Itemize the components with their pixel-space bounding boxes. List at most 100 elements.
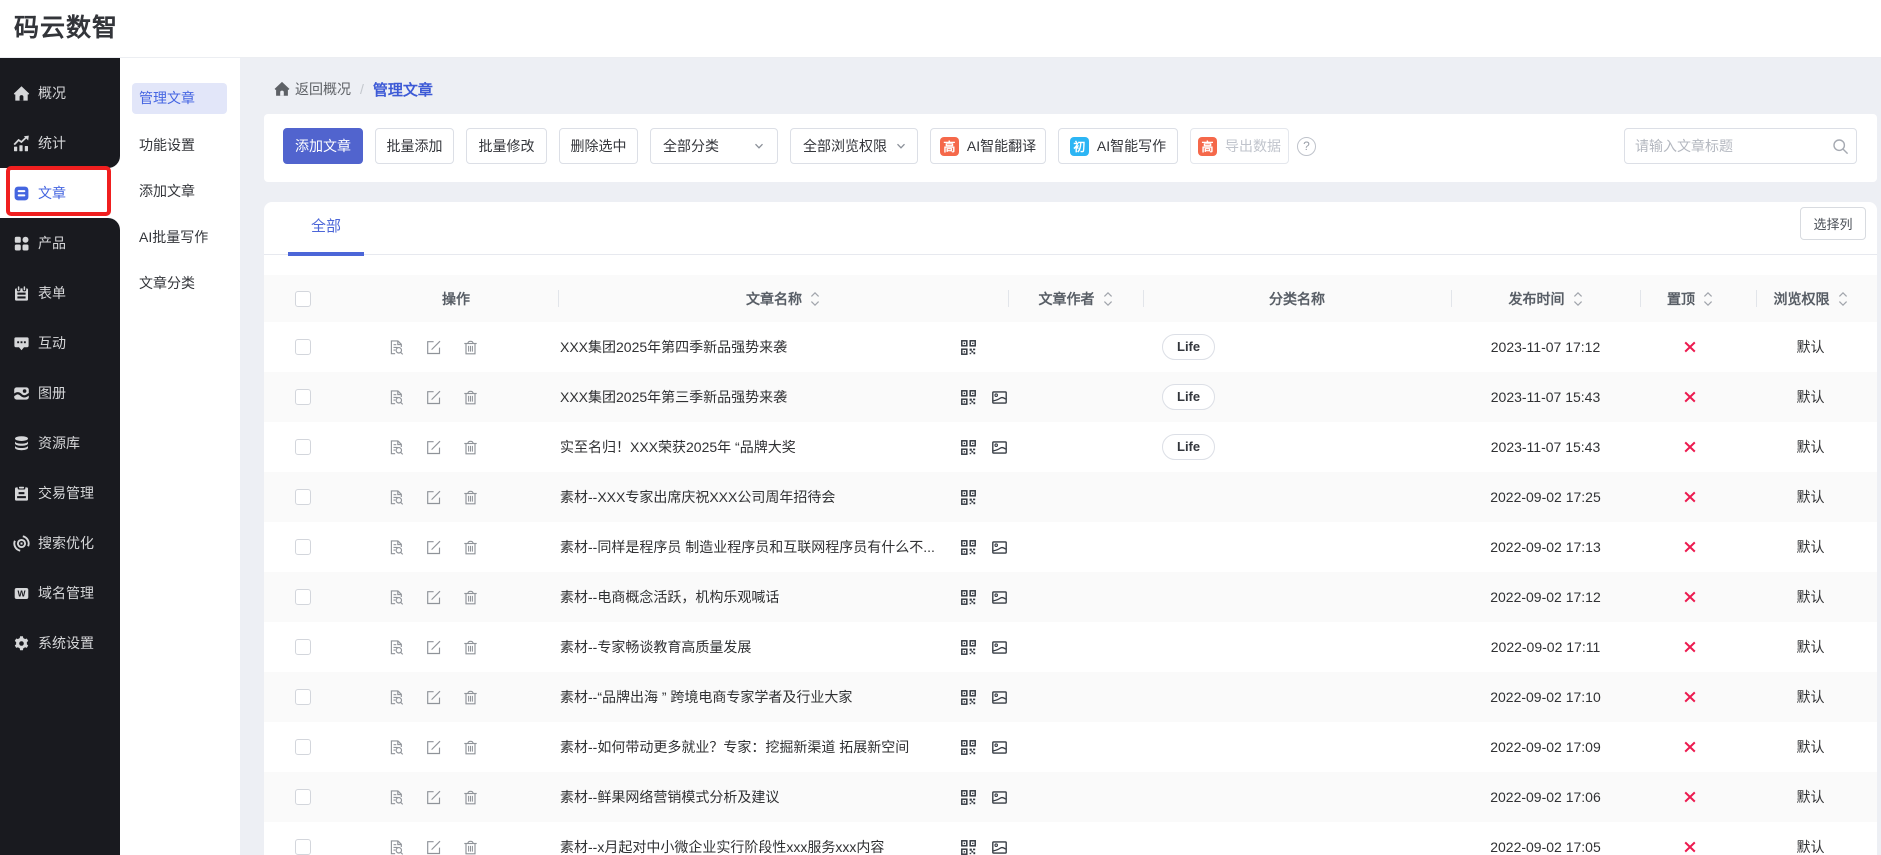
delete-icon[interactable] (462, 839, 479, 855)
image-icon[interactable] (991, 589, 1008, 606)
sort-caret-icon[interactable] (1838, 291, 1848, 307)
sidebar-item-2[interactable]: 统计 (0, 118, 120, 168)
batch-edit-button[interactable]: 批量修改 (466, 128, 547, 164)
preview-icon[interactable] (388, 639, 405, 656)
search-icon[interactable] (1832, 138, 1849, 155)
delete-icon[interactable] (462, 789, 479, 806)
qrcode-icon[interactable] (960, 489, 977, 506)
breadcrumb-back-link[interactable]: 返回概况 (295, 79, 351, 99)
image-icon[interactable] (991, 739, 1008, 756)
edit-icon[interactable] (425, 639, 442, 656)
image-icon[interactable] (991, 839, 1008, 855)
preview-icon[interactable] (388, 439, 405, 456)
edit-icon[interactable] (425, 339, 442, 356)
delete-icon[interactable] (462, 489, 479, 506)
preview-icon[interactable] (388, 839, 405, 855)
x-mark-icon[interactable] (1683, 590, 1697, 604)
preview-icon[interactable] (388, 789, 405, 806)
edit-icon[interactable] (425, 389, 442, 406)
sort-caret-icon[interactable] (1703, 291, 1713, 307)
delete-icon[interactable] (462, 739, 479, 756)
preview-icon[interactable] (388, 689, 405, 706)
help-icon[interactable]: ? (1297, 136, 1316, 156)
submenu-item-3[interactable]: 添加文章 (132, 176, 227, 207)
search-input[interactable] (1625, 138, 1832, 154)
qrcode-icon[interactable] (960, 839, 977, 855)
delete-icon[interactable] (462, 389, 479, 406)
x-mark-icon[interactable] (1683, 840, 1697, 854)
delete-icon[interactable] (462, 439, 479, 456)
submenu-item-1[interactable]: 管理文章 (132, 83, 227, 114)
edit-icon[interactable] (425, 689, 442, 706)
row-checkbox[interactable] (295, 689, 311, 705)
submenu-item-4[interactable]: AI批量写作 (132, 222, 227, 253)
image-icon[interactable] (991, 639, 1008, 656)
row-checkbox[interactable] (295, 339, 311, 355)
export-data-button[interactable]: 高 导出数据 (1190, 128, 1289, 164)
x-mark-icon[interactable] (1683, 440, 1697, 454)
x-mark-icon[interactable] (1683, 390, 1697, 404)
submenu-item-5[interactable]: 文章分类 (132, 268, 227, 299)
qrcode-icon[interactable] (960, 589, 977, 606)
qrcode-icon[interactable] (960, 389, 977, 406)
preview-icon[interactable] (388, 489, 405, 506)
row-checkbox[interactable] (295, 439, 311, 455)
x-mark-icon[interactable] (1683, 540, 1697, 554)
choose-columns-button[interactable]: 选择列 (1800, 207, 1866, 240)
delete-icon[interactable] (462, 589, 479, 606)
submenu-item-2[interactable]: 功能设置 (132, 130, 227, 161)
delete-icon[interactable] (462, 689, 479, 706)
sidebar-item-12[interactable]: 系统设置 (0, 618, 120, 668)
select-all-checkbox[interactable] (295, 290, 311, 307)
row-checkbox[interactable] (295, 839, 311, 855)
sidebar-item-5[interactable]: 表单 (0, 268, 120, 318)
sidebar-item-1[interactable]: 概况 (0, 68, 120, 118)
edit-icon[interactable] (425, 739, 442, 756)
delete-icon[interactable] (462, 639, 479, 656)
row-checkbox[interactable] (295, 589, 311, 605)
sidebar-item-7[interactable]: 图册 (0, 368, 120, 418)
x-mark-icon[interactable] (1683, 740, 1697, 754)
ai-translate-button[interactable]: 高 AI智能翻译 (930, 128, 1046, 164)
edit-icon[interactable] (425, 789, 442, 806)
image-icon[interactable] (991, 539, 1008, 556)
delete-selected-button[interactable]: 删除选中 (559, 128, 638, 164)
preview-icon[interactable] (388, 739, 405, 756)
row-checkbox[interactable] (295, 639, 311, 655)
image-icon[interactable] (991, 689, 1008, 706)
permission-filter-select[interactable]: 全部浏览权限 (790, 128, 918, 164)
edit-icon[interactable] (425, 489, 442, 506)
sidebar-item-6[interactable]: 互动 (0, 318, 120, 368)
qrcode-icon[interactable] (960, 339, 977, 356)
sidebar-item-4[interactable]: 产品 (0, 218, 120, 268)
row-checkbox[interactable] (295, 489, 311, 505)
row-checkbox[interactable] (295, 789, 311, 805)
home-icon[interactable] (274, 81, 290, 97)
image-icon[interactable] (991, 789, 1008, 806)
edit-icon[interactable] (425, 439, 442, 456)
tab-all[interactable]: 全部 (288, 202, 364, 256)
row-checkbox[interactable] (295, 539, 311, 555)
qrcode-icon[interactable] (960, 789, 977, 806)
preview-icon[interactable] (388, 389, 405, 406)
sidebar-item-3[interactable]: 文章 (0, 168, 120, 218)
edit-icon[interactable] (425, 589, 442, 606)
x-mark-icon[interactable] (1683, 340, 1697, 354)
qrcode-icon[interactable] (960, 639, 977, 656)
image-icon[interactable] (991, 389, 1008, 406)
x-mark-icon[interactable] (1683, 790, 1697, 804)
preview-icon[interactable] (388, 589, 405, 606)
add-article-button[interactable]: 添加文章 (283, 128, 363, 164)
preview-icon[interactable] (388, 539, 405, 556)
sidebar-item-11[interactable]: W 域名管理 (0, 568, 120, 618)
qrcode-icon[interactable] (960, 439, 977, 456)
qrcode-icon[interactable] (960, 689, 977, 706)
row-checkbox[interactable] (295, 739, 311, 755)
qrcode-icon[interactable] (960, 739, 977, 756)
ai-write-button[interactable]: 初 AI智能写作 (1058, 128, 1178, 164)
sort-caret-icon[interactable] (810, 291, 820, 307)
x-mark-icon[interactable] (1683, 690, 1697, 704)
sort-caret-icon[interactable] (1573, 291, 1583, 307)
row-checkbox[interactable] (295, 389, 311, 405)
preview-icon[interactable] (388, 339, 405, 356)
